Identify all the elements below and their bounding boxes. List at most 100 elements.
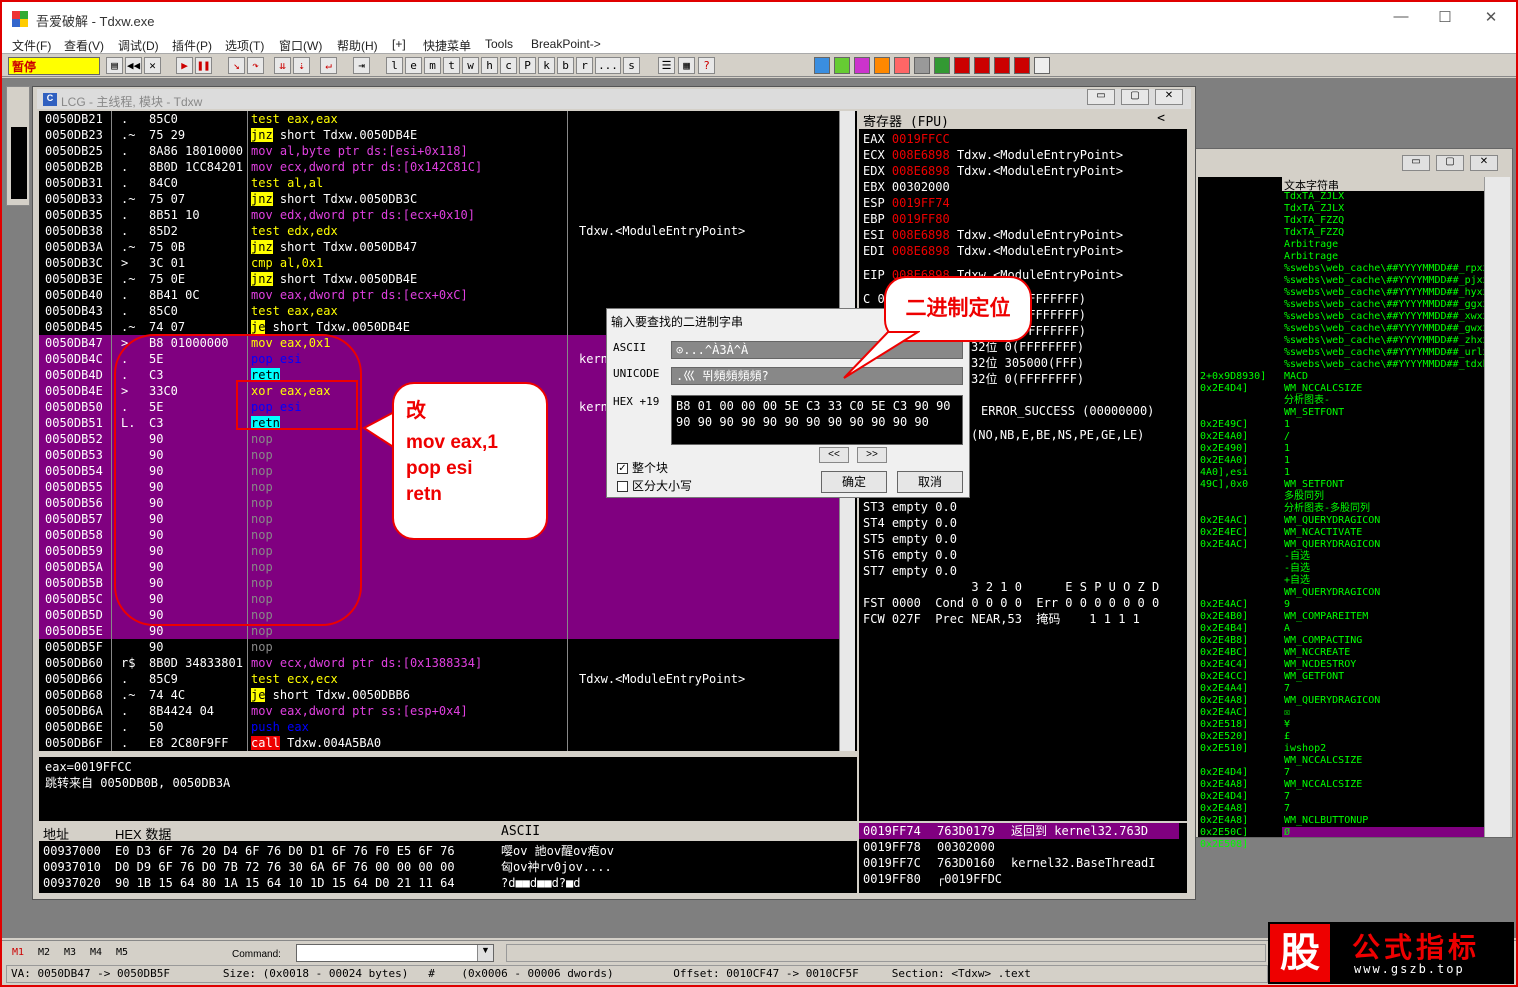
- menu-debug[interactable]: 调试(D): [118, 37, 159, 54]
- string-item[interactable]: 7: [1282, 803, 1484, 815]
- font-icon[interactable]: [854, 57, 870, 74]
- string-item[interactable]: 1: [1282, 419, 1484, 431]
- menu-help[interactable]: 帮助(H): [337, 37, 378, 54]
- dump-row[interactable]: 00937020 90 1B 15 64 80 1A 15 64 10 1D 15…: [43, 875, 853, 891]
- string-item[interactable]: WM_QUERYDRAGICON: [1282, 539, 1484, 551]
- mark-m2[interactable]: M2: [38, 947, 50, 958]
- cancel-button[interactable]: 取消: [897, 471, 963, 493]
- disasm-row[interactable]: 0050DB3E .~ 75 0E jnz short Tdxw.0050DB4E: [39, 271, 839, 287]
- disasm-row[interactable]: 0050DB35. 8B51 10 mov edx,dword ptr ds:[ec…: [39, 207, 839, 223]
- toolbar-l-button[interactable]: l: [386, 57, 403, 74]
- string-item[interactable]: MACD: [1282, 371, 1484, 383]
- string-item[interactable]: WM_NCACTIVATE: [1282, 527, 1484, 539]
- stack-row[interactable]: 0019FF74 763D0179 返回到 kernel32.763D: [859, 823, 1179, 839]
- string-item[interactable]: /: [1282, 431, 1484, 443]
- menu-plugins[interactable]: 插件(P): [172, 37, 212, 54]
- string-item[interactable]: 9: [1282, 599, 1484, 611]
- disasm-row[interactable]: 0050DB6F. E8 2C80F9FF call Tdxw.004A5BA0: [39, 735, 839, 751]
- string-item[interactable]: WM_NCCALCSIZE: [1282, 779, 1484, 791]
- string-item[interactable]: WM_QUERYDRAGICON: [1282, 515, 1484, 527]
- string-item[interactable]: %swebs\web_cache\##YYYYMMDD##_zhxx: [1282, 335, 1484, 347]
- disasm-row[interactable]: 0050DB38. 85D2 test edx,edx Tdxw.<ModuleEnt…: [39, 223, 839, 239]
- string-item[interactable]: 1: [1282, 443, 1484, 455]
- string-item[interactable]: WM_COMPAREITEM: [1282, 611, 1484, 623]
- string-item[interactable]: %swebs\web_cache\##YYYYMMDD##_tdxh: [1282, 359, 1484, 371]
- disasm-row[interactable]: 0050DB31. 84C0 test al,al: [39, 175, 839, 191]
- execute-till-return-icon[interactable]: ↵: [320, 57, 337, 74]
- string-item[interactable]: WM_NCCALCSIZE: [1282, 755, 1484, 767]
- disasm-row[interactable]: 0050DB21. 85C0 test eax,eax: [39, 111, 839, 127]
- string-item[interactable]: WM_QUERYDRAGICON: [1282, 695, 1484, 707]
- rewind-icon[interactable]: ◀◀: [125, 57, 142, 74]
- disasm-row[interactable]: 0050DB6A. 8B4424 04 mov eax,dword ptr ss:[…: [39, 703, 839, 719]
- toolbar-h-button[interactable]: h: [481, 57, 498, 74]
- disasm-row[interactable]: 0050DB3A .~ 75 0B jnz short Tdxw.0050DB47: [39, 239, 839, 255]
- stack-row[interactable]: 0019FF7C 763D0160 kernel32.BaseThreadI: [859, 855, 1179, 871]
- run-icon[interactable]: ▶: [176, 57, 193, 74]
- disasm-row[interactable]: 0050DB2B. 8B0D 1CC84201 mov ecx,dword ptr …: [39, 159, 839, 175]
- mark-m3[interactable]: M3: [64, 947, 76, 958]
- register-line[interactable]: EDX 008E6898 Tdxw.<ModuleEntryPoint>: [863, 163, 1123, 179]
- help-icon[interactable]: ?: [698, 57, 715, 74]
- trace-into-icon[interactable]: ⇊: [274, 57, 291, 74]
- string-item[interactable]: iwshop2: [1282, 743, 1484, 755]
- menu-window[interactable]: 窗口(W): [279, 37, 322, 54]
- toolbar-b-button[interactable]: b: [557, 57, 574, 74]
- toolbar-e-button[interactable]: e: [405, 57, 422, 74]
- string-item[interactable]: 7: [1282, 791, 1484, 803]
- string-item[interactable]: WM_COMPACTING: [1282, 635, 1484, 647]
- command-input[interactable]: ▼: [296, 944, 494, 962]
- string-item[interactable]: %swebs\web_cache\##YYYYMMDD##_urlx: [1282, 347, 1484, 359]
- string-item[interactable]: ☒: [1282, 707, 1484, 719]
- register-line[interactable]: EBX 00302000: [863, 179, 950, 195]
- toolbar-s-button[interactable]: s: [623, 57, 640, 74]
- register-line[interactable]: ECX 008E6898 Tdxw.<ModuleEntryPoint>: [863, 147, 1123, 163]
- disasm-row[interactable]: 0050DB40. 8B41 0C mov eax,dword ptr ds:[ec…: [39, 287, 839, 303]
- menu-options[interactable]: 选项(T): [225, 37, 264, 54]
- case-sensitive-checkbox[interactable]: 区分大小写: [617, 477, 692, 494]
- menu-shortcut[interactable]: 快捷菜单: [423, 37, 471, 54]
- toolbar-w-button[interactable]: w: [462, 57, 479, 74]
- step-into-icon[interactable]: ↘: [228, 57, 245, 74]
- string-item[interactable]: TdxTA_FZZQ: [1282, 227, 1484, 239]
- string-item[interactable]: WM_NCCALCSIZE: [1282, 383, 1484, 395]
- string-item[interactable]: Arbitrage: [1282, 251, 1484, 263]
- refresh-icon[interactable]: [814, 57, 830, 74]
- calc-icon[interactable]: [934, 57, 950, 74]
- disasm-row[interactable]: 0050DB60 r$ 8B0D 34833801 mov ecx,dword ptr…: [39, 655, 839, 671]
- list-icon[interactable]: ☰: [658, 57, 675, 74]
- strings-maximize-button[interactable]: ▢: [1436, 155, 1464, 171]
- toolbar-k-button[interactable]: k: [538, 57, 555, 74]
- toolbar-dots-button[interactable]: ...: [595, 57, 621, 74]
- trace-over-icon[interactable]: ⇣: [293, 57, 310, 74]
- jie-icon[interactable]: [1014, 57, 1030, 74]
- close-button[interactable]: ✕: [1476, 8, 1506, 28]
- menu-view[interactable]: 查看(V): [64, 37, 104, 54]
- maximize-button[interactable]: ☐: [1430, 8, 1460, 28]
- grid-icon[interactable]: ▦: [678, 57, 695, 74]
- menu-file[interactable]: 文件(F): [12, 37, 51, 54]
- disasm-row[interactable]: 0050DB66. 85C9 test ecx,ecx Tdxw.<ModuleEnt…: [39, 671, 839, 687]
- menu-tools[interactable]: Tools: [485, 37, 513, 51]
- menu-plus[interactable]: [+]: [392, 37, 406, 51]
- string-item[interactable]: Ø: [1282, 827, 1484, 837]
- hex-dump-pane[interactable]: 地址 HEX 数据 ASCII 00937000 E0 D3 6F 76 20 D…: [39, 823, 857, 893]
- string-item[interactable]: 1: [1282, 467, 1484, 479]
- disasm-row[interactable]: 0050DB33 .~ 75 07 jnz short Tdxw.0050DB3C: [39, 191, 839, 207]
- cpu-close-button[interactable]: ✕: [1155, 89, 1183, 105]
- string-item[interactable]: %swebs\web_cache\##YYYYMMDD##_hyxx: [1282, 287, 1484, 299]
- disasm-row[interactable]: 0050DB23 .~ 75 29 jnz short Tdxw.0050DB4E: [39, 127, 839, 143]
- string-item[interactable]: 1: [1282, 455, 1484, 467]
- register-line[interactable]: ESI 008E6898 Tdxw.<ModuleEntryPoint>: [863, 227, 1123, 243]
- toolbar-c-button[interactable]: c: [500, 57, 517, 74]
- entire-block-checkbox[interactable]: ✓ 整个块: [617, 459, 668, 476]
- menu-lines-icon[interactable]: [1034, 57, 1050, 74]
- pause-icon[interactable]: ❚❚: [195, 57, 212, 74]
- stack-pane[interactable]: 0019FF74 763D0179 返回到 kernel32.763D 0019FF7…: [859, 823, 1187, 893]
- dump-row[interactable]: 00937010 D0 D9 6F 76 D0 7B 72 76 30 6A 6F…: [43, 859, 853, 875]
- toolbar-m-button[interactable]: m: [424, 57, 441, 74]
- string-item[interactable]: 分析图表-多股同列: [1282, 503, 1484, 515]
- toolbar-r-button[interactable]: r: [576, 57, 593, 74]
- registers-collapse-button[interactable]: <: [1157, 111, 1165, 126]
- string-item[interactable]: TdxTA_ZJLX: [1282, 203, 1484, 215]
